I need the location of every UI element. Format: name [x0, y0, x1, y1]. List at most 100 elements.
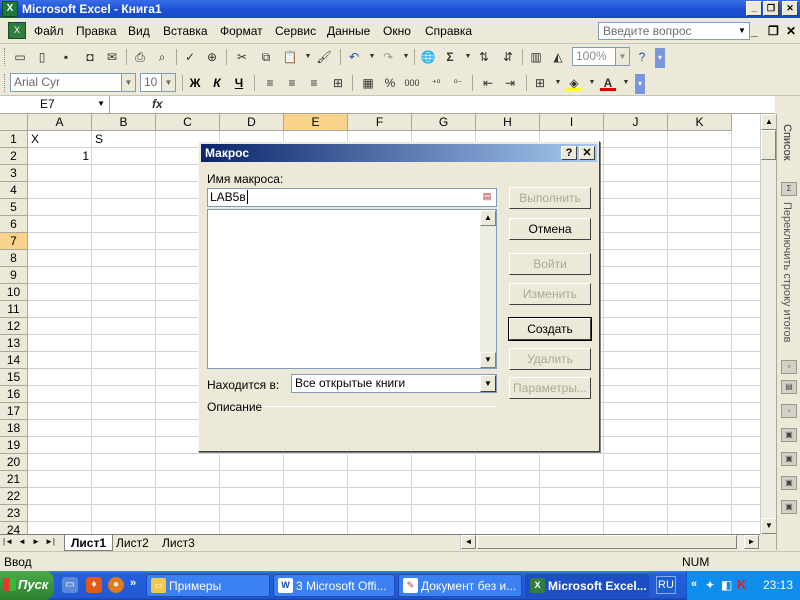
menu-window[interactable]: Окно — [383, 24, 411, 38]
delete-button[interactable]: Удалить — [509, 348, 591, 370]
row-header-9[interactable]: 9 — [0, 267, 28, 284]
scroll-down-button[interactable]: ▼ — [761, 518, 777, 534]
undo-icon[interactable]: ↶ — [346, 49, 362, 65]
autosum-icon[interactable]: Σ — [442, 49, 458, 65]
options-button[interactable]: Параметры... — [509, 377, 591, 399]
italic-button[interactable]: К — [208, 75, 226, 91]
column-header-i[interactable]: I — [540, 114, 604, 131]
quicklaunch-more-icon[interactable]: » — [130, 577, 136, 589]
hyperlink-icon[interactable]: 🌐 — [420, 49, 436, 65]
row-header-1[interactable]: 1 — [0, 131, 28, 148]
language-indicator[interactable]: RU — [656, 576, 676, 594]
doc-minimize-button[interactable]: _ — [751, 24, 758, 38]
workbook-icon[interactable]: X — [8, 22, 26, 39]
unlink-icon[interactable]: ▣ — [781, 500, 797, 514]
row-header-3[interactable]: 3 — [0, 165, 28, 182]
zoom-combo[interactable]: 100% ▼ — [572, 47, 630, 66]
macro-list-scrollbar[interactable]: ▲ ▼ — [480, 210, 496, 368]
row-header-8[interactable]: 8 — [0, 250, 28, 267]
percent-icon[interactable]: % — [382, 75, 398, 91]
chevron-down-icon[interactable]: ▼ — [615, 48, 629, 65]
scroll-thumb[interactable] — [761, 130, 776, 160]
excel-app-icon[interactable]: X — [2, 1, 18, 17]
row-header-19[interactable]: 19 — [0, 437, 28, 454]
restore-button[interactable]: ❐ — [763, 1, 779, 16]
row-header-22[interactable]: 22 — [0, 488, 28, 505]
row-header-13[interactable]: 13 — [0, 335, 28, 352]
row-header-6[interactable]: 6 — [0, 216, 28, 233]
column-header-j[interactable]: J — [604, 114, 668, 131]
row-header-4[interactable]: 4 — [0, 182, 28, 199]
menu-format[interactable]: Формат — [220, 24, 263, 38]
close-button[interactable]: ✕ — [782, 1, 798, 16]
chevron-down-icon[interactable]: ▼ — [364, 49, 380, 65]
research-icon[interactable]: ⊕ — [204, 49, 220, 65]
doc-close-button[interactable]: ✕ — [786, 24, 796, 38]
drawing-icon[interactable]: ◭ — [550, 49, 566, 65]
fill-color-icon[interactable]: ◈ — [566, 75, 582, 91]
chevron-down-icon[interactable]: ▼ — [550, 75, 566, 91]
chevron-down-icon[interactable]: ▼ — [584, 75, 600, 91]
currency-icon[interactable]: ▦ — [360, 75, 376, 91]
chevron-down-icon[interactable]: ▼ — [460, 49, 476, 65]
chevron-down-icon[interactable]: ▼ — [300, 49, 316, 65]
menu-file[interactable]: Файл — [34, 24, 64, 38]
sync-icon[interactable]: ▣ — [781, 476, 797, 490]
new-icon[interactable]: ▭ — [12, 49, 28, 65]
permission-icon[interactable]: ◘ — [82, 49, 98, 65]
macro-name-input[interactable]: LAB5в ▤ — [207, 188, 497, 207]
borders-icon[interactable]: ⊞ — [532, 75, 548, 91]
cell-a1[interactable]: X — [31, 132, 89, 146]
scroll-up-button[interactable]: ▲ — [480, 210, 496, 226]
row-header-14[interactable]: 14 — [0, 352, 28, 369]
font-size-combo[interactable]: 10 ▼ — [140, 73, 176, 92]
row-header-17[interactable]: 17 — [0, 403, 28, 420]
task-pane-title[interactable]: Список — [781, 124, 793, 161]
column-header-b[interactable]: B — [92, 114, 156, 131]
first-sheet-icon[interactable]: |◄ — [2, 537, 14, 546]
open-icon[interactable]: ▯ — [34, 49, 50, 65]
sort-descending-icon[interactable]: ⇵ — [500, 49, 516, 65]
network-icon[interactable]: ✦ — [705, 578, 715, 592]
name-box[interactable]: E7 ▼ — [2, 96, 110, 113]
toolbar-grip[interactable] — [4, 74, 7, 92]
quicklaunch-app-icon[interactable]: ♦ — [86, 577, 102, 593]
font-name-combo[interactable]: Arial Cyr ▼ — [10, 73, 136, 92]
column-header-c[interactable]: C — [156, 114, 220, 131]
redo-icon[interactable]: ↷ — [380, 49, 396, 65]
chevron-down-icon[interactable]: ▼ — [161, 74, 175, 91]
ask-question-input[interactable]: Введите вопрос — [598, 22, 750, 40]
scroll-left-button[interactable]: ◄ — [461, 535, 476, 549]
range-picker-icon[interactable]: ▤ — [480, 191, 494, 204]
taskbar-item-document[interactable]: ✎ Документ без и... — [398, 574, 522, 597]
select-all-corner[interactable] — [0, 114, 28, 131]
merge-center-icon[interactable]: ⊞ — [330, 75, 346, 91]
column-header-k[interactable]: K — [668, 114, 732, 131]
filter-icon[interactable]: ◦ — [781, 404, 797, 418]
vertical-scrollbar[interactable]: ▲ ▼ — [760, 114, 777, 534]
row-header-20[interactable]: 20 — [0, 454, 28, 471]
toggle-total-row-label[interactable]: Переключить строку итогов — [781, 202, 793, 343]
sort-ascending-icon[interactable]: ⇅ — [476, 49, 492, 65]
help-button[interactable]: ? — [561, 146, 577, 160]
scroll-right-button[interactable]: ► — [744, 535, 759, 549]
menu-data[interactable]: Данные — [327, 24, 370, 38]
column-header-a[interactable]: A — [28, 114, 92, 131]
sheet-tab-1[interactable]: Лист1 — [64, 535, 114, 551]
scroll-thumb[interactable] — [477, 535, 737, 549]
row-header-23[interactable]: 23 — [0, 505, 28, 522]
sheet-tab-2[interactable]: Лист2 — [110, 535, 155, 551]
menu-tools[interactable]: Сервис — [275, 24, 316, 38]
insert-function-icon[interactable]: fx — [152, 97, 163, 111]
column-header-h[interactable]: H — [476, 114, 540, 131]
align-right-icon[interactable]: ≡ — [306, 75, 322, 91]
taskbar-item-word[interactable]: W 3 Microsoft Offi... — [273, 574, 395, 597]
row-header-5[interactable]: 5 — [0, 199, 28, 216]
clock[interactable]: 23:13 — [763, 578, 793, 592]
horizontal-scrollbar[interactable]: ◄ ► — [460, 535, 760, 550]
row-header-16[interactable]: 16 — [0, 386, 28, 403]
menu-view[interactable]: Вид — [128, 24, 150, 38]
column-header-f[interactable]: F — [348, 114, 412, 131]
start-button[interactable]: Пуск — [0, 571, 54, 600]
formula-input[interactable] — [170, 96, 770, 113]
